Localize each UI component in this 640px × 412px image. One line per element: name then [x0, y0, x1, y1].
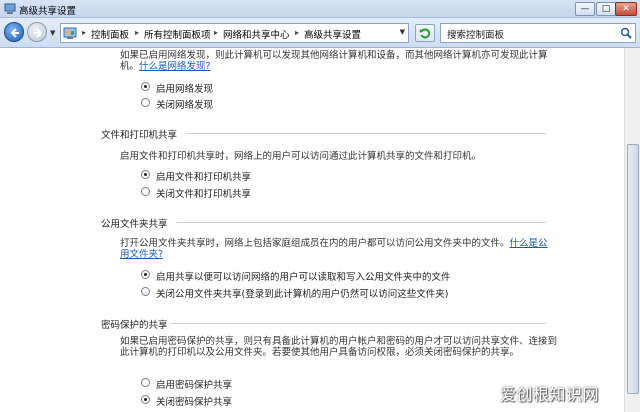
search-icon[interactable]: [620, 27, 632, 42]
section-heading-password-protection: 密码保护的共享: [101, 320, 168, 331]
radio-button[interactable]: [141, 187, 150, 196]
radio-label: 启用网络发现: [156, 84, 214, 95]
navigation-bar: ▼ ▸ 控制面板 ▸ 所有控制面板项 ▸ 网络和共享中心 ▸ 高级共享设置 ▼ …: [0, 18, 640, 48]
password-protection-description: 如果已启用密码保护的共享，则只有具备此计算机的用户帐户和密码的用户才可以访问共享…: [120, 336, 558, 358]
description-text: 打开公用文件夹共享时，网络上包括家庭组成员在内的用户都可以访问公用文件夹中的文件…: [120, 238, 510, 249]
refresh-button[interactable]: [415, 24, 435, 42]
radio-label: 关闭文件和打印机共享: [156, 189, 252, 200]
history-dropdown-icon[interactable]: ▼: [50, 29, 55, 37]
settings-content: 如果已启用网络发现，则此计算机可以发现其他网络计算机和设备，而其他网络计算机亦可…: [0, 48, 624, 412]
section-divider: [177, 222, 546, 223]
maximize-button[interactable]: □: [596, 2, 616, 16]
radio-button[interactable]: [141, 170, 150, 179]
search-input[interactable]: 搜索控制面板: [440, 23, 636, 43]
radio-button[interactable]: [141, 378, 150, 387]
radio-label: 启用文件和打印机共享: [156, 172, 252, 183]
file-printer-description: 启用文件和打印机共享时，网络上的用户可以访问通过此计算机共享的文件和打印机。: [120, 151, 482, 162]
radio-button[interactable]: [141, 395, 150, 404]
public-folder-description: 打开公用文件夹共享时，网络上包括家庭组成员在内的用户都可以访问公用文件夹中的文件…: [120, 238, 550, 260]
breadcrumb-item[interactable]: 所有控制面板项: [144, 27, 211, 41]
radio-label: 关闭密码保护共享: [156, 397, 233, 408]
address-dropdown-icon[interactable]: ▼: [400, 28, 405, 36]
breadcrumb-item[interactable]: 网络和共享中心: [223, 27, 290, 41]
window-title: 高级共享设置: [19, 6, 77, 17]
search-placeholder: 搜索控制面板: [447, 30, 505, 41]
forward-button[interactable]: [27, 22, 47, 42]
address-bar[interactable]: ▸ 控制面板 ▸ 所有控制面板项 ▸ 网络和共享中心 ▸ 高级共享设置 ▼: [60, 23, 409, 43]
radio-label: 启用共享以便可以访问网络的用户可以读取和写入公用文件夹中的文件: [156, 272, 451, 283]
section-divider: [171, 323, 546, 324]
radio-button[interactable]: [141, 98, 150, 107]
breadcrumb-separator: ▸: [295, 28, 300, 37]
section-heading-file-printer: 文件和打印机共享: [101, 130, 178, 141]
radio-button[interactable]: [141, 82, 150, 91]
radio-label: 关闭网络发现: [156, 100, 214, 111]
network-discovery-description: 如果已启用网络发现，则此计算机可以发现其他网络计算机和设备，而其他网络计算机亦可…: [120, 50, 550, 72]
arrow-left-icon: [10, 28, 19, 38]
minimize-button[interactable]: —: [575, 2, 595, 16]
back-button[interactable]: [4, 22, 24, 42]
radio-button[interactable]: [141, 270, 150, 279]
network-icon: [4, 3, 16, 15]
breadcrumb-separator: ▸: [214, 28, 219, 37]
breadcrumb-separator: ▸: [82, 28, 87, 37]
close-button[interactable]: ✕: [615, 2, 637, 16]
radio-label: 启用密码保护共享: [156, 380, 233, 391]
breadcrumb-separator: ▸: [135, 28, 140, 37]
network-discovery-help-link[interactable]: 什么是网络发现?: [139, 61, 211, 72]
section-divider: [186, 133, 546, 134]
watermark-text: 爱创根知识网: [500, 385, 600, 404]
breadcrumb-item[interactable]: 控制面板: [91, 27, 129, 41]
radio-button[interactable]: [141, 287, 150, 296]
title-bar: 高级共享设置 — □ ✕: [0, 0, 640, 18]
breadcrumb-item[interactable]: 高级共享设置: [304, 27, 361, 41]
section-heading-public-folder: 公用文件夹共享: [101, 219, 168, 230]
radio-label: 关闭公用文件夹共享(登录到此计算机的用户仍然可以访问这些文件夹): [156, 289, 449, 300]
vertical-scrollbar[interactable]: [624, 48, 640, 412]
refresh-icon: [419, 28, 431, 39]
control-panel-icon: [63, 27, 77, 40]
scrollbar-thumb[interactable]: [627, 144, 639, 394]
arrow-right-icon: [34, 28, 43, 38]
